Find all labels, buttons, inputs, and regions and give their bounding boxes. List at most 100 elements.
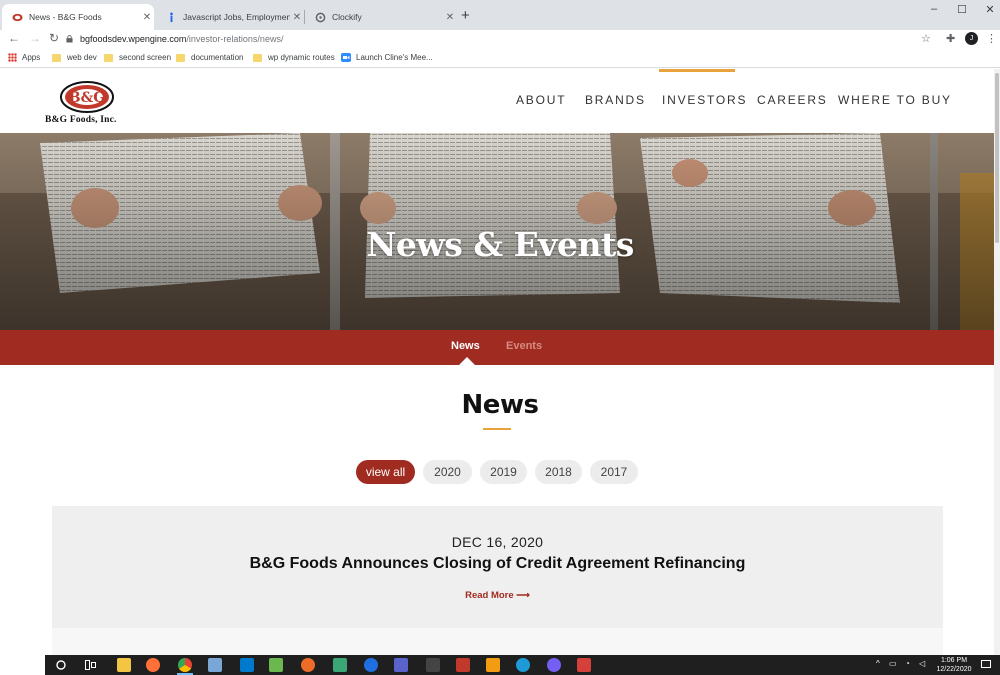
- bookmark-label: second screen: [119, 53, 172, 62]
- news-date: DEC 16, 2020: [451, 534, 544, 550]
- subnav-news[interactable]: News: [451, 340, 480, 352]
- bookmark-launch-meeting[interactable]: Launch Cline's Mee...: [341, 53, 433, 62]
- nav-brands[interactable]: BRANDS: [585, 93, 646, 107]
- star-bookmark-icon[interactable]: ☆: [921, 32, 931, 45]
- read-more-link[interactable]: Read More ⟶: [52, 590, 943, 601]
- bookmark-label: wp dynamic routes: [268, 53, 335, 62]
- svg-text:B&G: B&G: [69, 90, 105, 106]
- git-client-icon[interactable]: [333, 658, 347, 672]
- browser-toolbar: ← → ↻ bgfoodsdev.wpengine.com/investor-r…: [0, 30, 1000, 48]
- zoom-icon: [341, 53, 351, 62]
- tab-title: Clockify: [332, 12, 362, 22]
- bookmark-label: web dev: [67, 53, 97, 62]
- forward-arrow-icon[interactable]: →: [29, 31, 41, 45]
- postman-icon[interactable]: [301, 658, 315, 672]
- close-icon[interactable]: ✕: [140, 12, 154, 23]
- logo-text: B&G Foods, Inc.: [45, 115, 117, 125]
- battery-icon[interactable]: ▭: [889, 659, 897, 668]
- taskbar-clock[interactable]: 1:06 PM 12/22/2020: [934, 656, 974, 674]
- news-title[interactable]: B&G Foods Announces Closing of Credit Ag…: [52, 555, 943, 573]
- tab-title: News - B&G Foods: [29, 12, 102, 22]
- reload-icon[interactable]: ↻: [49, 31, 59, 45]
- url-host: bgfoodsdev.wpengine.com: [80, 34, 187, 44]
- address-bar[interactable]: bgfoodsdev.wpengine.com/investor-relatio…: [66, 30, 944, 48]
- file-explorer-icon[interactable]: [117, 658, 131, 672]
- filter-2020[interactable]: 2020: [423, 460, 472, 484]
- chrome-icon[interactable]: [178, 658, 192, 672]
- windows-taskbar: ^ ▭ ◔ ◁ 1:06 PM 12/22/2020: [0, 655, 1000, 675]
- filter-2019[interactable]: 2019: [480, 460, 527, 484]
- extensions-puzzle-icon[interactable]: ✚: [946, 32, 955, 45]
- xampp-icon[interactable]: [486, 658, 500, 672]
- tab-javascript-jobs[interactable]: Javascript Jobs, Employment in S ✕: [156, 4, 304, 30]
- profile-avatar[interactable]: J: [965, 32, 978, 45]
- tab-clockify[interactable]: Clockify ✕: [305, 4, 457, 30]
- task-view-icon[interactable]: [85, 660, 96, 670]
- bookmarks-bar: Apps web dev second screen documentation…: [0, 48, 1000, 68]
- nav-where-to-buy[interactable]: WHERE TO BUY: [838, 93, 952, 107]
- close-window-button[interactable]: ✕: [980, 3, 1000, 16]
- subnav-events[interactable]: Events: [506, 340, 542, 352]
- nav-investors[interactable]: INVESTORS: [662, 93, 747, 107]
- section-title: News: [461, 390, 539, 420]
- search-box[interactable]: [0, 655, 45, 675]
- clock-time: 1:06 PM: [940, 657, 968, 664]
- apps-grid-icon: [8, 53, 17, 62]
- tray-chevron-icon[interactable]: ^: [876, 659, 880, 668]
- filter-2017[interactable]: 2017: [590, 460, 638, 484]
- hero-banner: News & Events: [0, 133, 1000, 330]
- news-card-next: [52, 628, 943, 655]
- folder-icon: [52, 53, 61, 62]
- paint-icon[interactable]: [577, 658, 591, 672]
- bookmark-documentation[interactable]: documentation: [176, 53, 243, 62]
- volume-icon[interactable]: ◁: [919, 659, 925, 668]
- close-icon[interactable]: ✕: [443, 12, 457, 23]
- url-path: /investor-relations/news/: [186, 34, 284, 44]
- viber-icon[interactable]: [547, 658, 561, 672]
- minimize-button[interactable]: –: [924, 3, 944, 15]
- filezilla-icon[interactable]: [456, 658, 470, 672]
- back-arrow-icon[interactable]: ←: [8, 31, 20, 45]
- hero-title: News & Events: [366, 225, 634, 264]
- notification-center-icon[interactable]: [981, 660, 991, 670]
- nav-about[interactable]: ABOUT: [516, 93, 566, 107]
- database-tool-icon[interactable]: [394, 658, 408, 672]
- browser-tab-strip: News - B&G Foods ✕ Javascript Jobs, Empl…: [0, 0, 1000, 30]
- firefox-icon[interactable]: [146, 658, 160, 672]
- bookmark-apps[interactable]: Apps: [8, 53, 40, 62]
- indeed-favicon: [170, 12, 173, 22]
- close-icon[interactable]: ✕: [290, 12, 304, 23]
- title-underline: [483, 428, 511, 430]
- clock-date: 12/22/2020: [936, 666, 972, 673]
- skype-icon[interactable]: [516, 658, 530, 672]
- tab-news-bg-foods[interactable]: News - B&G Foods ✕: [2, 4, 154, 30]
- new-tab-button[interactable]: +: [461, 7, 470, 24]
- news-events-subnav: News Events: [0, 330, 1000, 365]
- bookmark-label: Launch Cline's Mee...: [356, 53, 433, 62]
- kebab-menu-icon[interactable]: ⋮: [986, 32, 997, 45]
- wifi-icon[interactable]: ◔: [905, 659, 910, 668]
- terminal-icon[interactable]: [426, 658, 440, 672]
- bookmark-label: documentation: [191, 53, 244, 62]
- year-filters: view all 2020 2019 2018 2017: [0, 460, 1000, 484]
- nav-careers[interactable]: CAREERS: [757, 93, 828, 107]
- maximize-button[interactable]: ☐: [952, 3, 972, 16]
- tab-title: Javascript Jobs, Employment in S: [183, 12, 290, 22]
- bg-foods-favicon: [12, 13, 23, 21]
- filter-view-all[interactable]: view all: [356, 460, 415, 484]
- page-scrollbar[interactable]: [994, 69, 1000, 655]
- bookmark-wp-dynamic-routes[interactable]: wp dynamic routes: [253, 53, 335, 62]
- vscode-icon[interactable]: [240, 658, 254, 672]
- filter-2018[interactable]: 2018: [535, 460, 582, 484]
- folder-icon: [176, 53, 185, 62]
- scrollbar-thumb[interactable]: [995, 73, 999, 243]
- bookmark-second-screen[interactable]: second screen: [104, 53, 171, 62]
- site-header: B&G B&G Foods, Inc. ABOUT BRANDS INVESTO…: [0, 69, 1000, 133]
- notepad-icon[interactable]: [208, 658, 222, 672]
- lock-icon: [66, 35, 73, 43]
- maps-icon[interactable]: [364, 658, 378, 672]
- clockify-favicon: [315, 12, 326, 22]
- cortana-icon[interactable]: [56, 660, 66, 670]
- image-viewer-icon[interactable]: [269, 658, 283, 672]
- bookmark-web-dev[interactable]: web dev: [52, 53, 97, 62]
